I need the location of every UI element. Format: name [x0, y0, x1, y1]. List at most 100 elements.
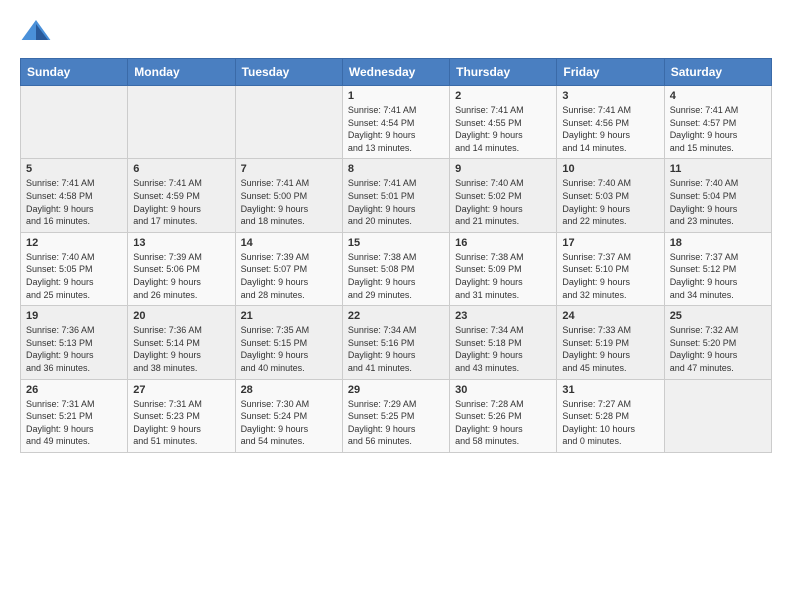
day-number: 3: [562, 90, 658, 102]
weekday-header-saturday: Saturday: [664, 59, 771, 86]
day-info: Sunrise: 7:41 AM Sunset: 4:58 PM Dayligh…: [26, 177, 122, 227]
day-number: 17: [562, 237, 658, 249]
day-number: 10: [562, 163, 658, 175]
calendar-cell: 15 Sunrise: 7:38 AM Sunset: 5:08 PM Dayli…: [342, 232, 449, 305]
calendar-table: SundayMondayTuesdayWednesdayThursdayFrid…: [20, 58, 772, 453]
calendar-cell: 8 Sunrise: 7:41 AM Sunset: 5:01 PM Daylig…: [342, 159, 449, 232]
calendar-week-4: 19 Sunrise: 7:36 AM Sunset: 5:13 PM Dayli…: [21, 306, 772, 379]
day-number: 7: [241, 163, 337, 175]
weekday-header-tuesday: Tuesday: [235, 59, 342, 86]
day-number: 20: [133, 310, 229, 322]
logo: [20, 16, 56, 48]
day-number: 5: [26, 163, 122, 175]
day-info: Sunrise: 7:28 AM Sunset: 5:26 PM Dayligh…: [455, 398, 551, 448]
page: SundayMondayTuesdayWednesdayThursdayFrid…: [0, 0, 792, 469]
day-number: 25: [670, 310, 766, 322]
calendar-cell: [664, 379, 771, 452]
calendar-cell: 22 Sunrise: 7:34 AM Sunset: 5:16 PM Dayli…: [342, 306, 449, 379]
day-info: Sunrise: 7:41 AM Sunset: 5:00 PM Dayligh…: [241, 177, 337, 227]
day-number: 12: [26, 237, 122, 249]
calendar-cell: [128, 86, 235, 159]
calendar-week-3: 12 Sunrise: 7:40 AM Sunset: 5:05 PM Dayli…: [21, 232, 772, 305]
day-info: Sunrise: 7:27 AM Sunset: 5:28 PM Dayligh…: [562, 398, 658, 448]
day-info: Sunrise: 7:36 AM Sunset: 5:14 PM Dayligh…: [133, 324, 229, 374]
calendar-cell: 2 Sunrise: 7:41 AM Sunset: 4:55 PM Daylig…: [450, 86, 557, 159]
day-number: 8: [348, 163, 444, 175]
calendar-header: SundayMondayTuesdayWednesdayThursdayFrid…: [21, 59, 772, 86]
day-number: 22: [348, 310, 444, 322]
day-info: Sunrise: 7:37 AM Sunset: 5:12 PM Dayligh…: [670, 251, 766, 301]
day-info: Sunrise: 7:41 AM Sunset: 4:57 PM Dayligh…: [670, 104, 766, 154]
weekday-header-thursday: Thursday: [450, 59, 557, 86]
day-number: 1: [348, 90, 444, 102]
day-info: Sunrise: 7:40 AM Sunset: 5:04 PM Dayligh…: [670, 177, 766, 227]
day-number: 27: [133, 384, 229, 396]
header: [20, 16, 772, 48]
day-number: 18: [670, 237, 766, 249]
day-info: Sunrise: 7:33 AM Sunset: 5:19 PM Dayligh…: [562, 324, 658, 374]
weekday-header-wednesday: Wednesday: [342, 59, 449, 86]
day-info: Sunrise: 7:34 AM Sunset: 5:18 PM Dayligh…: [455, 324, 551, 374]
day-number: 2: [455, 90, 551, 102]
logo-icon: [20, 16, 52, 48]
day-info: Sunrise: 7:30 AM Sunset: 5:24 PM Dayligh…: [241, 398, 337, 448]
calendar-week-2: 5 Sunrise: 7:41 AM Sunset: 4:58 PM Daylig…: [21, 159, 772, 232]
calendar-cell: 28 Sunrise: 7:30 AM Sunset: 5:24 PM Dayli…: [235, 379, 342, 452]
day-number: 6: [133, 163, 229, 175]
weekday-header-friday: Friday: [557, 59, 664, 86]
day-number: 11: [670, 163, 766, 175]
calendar-cell: 12 Sunrise: 7:40 AM Sunset: 5:05 PM Dayli…: [21, 232, 128, 305]
day-number: 31: [562, 384, 658, 396]
calendar-cell: 26Sunrise: 7:31 AM Sunset: 5:21 PM Dayli…: [21, 379, 128, 452]
day-info: Sunrise: 7:38 AM Sunset: 5:08 PM Dayligh…: [348, 251, 444, 301]
calendar-cell: 14 Sunrise: 7:39 AM Sunset: 5:07 PM Dayli…: [235, 232, 342, 305]
weekday-header-monday: Monday: [128, 59, 235, 86]
day-info: Sunrise: 7:35 AM Sunset: 5:15 PM Dayligh…: [241, 324, 337, 374]
calendar-cell: 7 Sunrise: 7:41 AM Sunset: 5:00 PM Daylig…: [235, 159, 342, 232]
day-info: Sunrise: 7:40 AM Sunset: 5:05 PM Dayligh…: [26, 251, 122, 301]
calendar-cell: 18 Sunrise: 7:37 AM Sunset: 5:12 PM Dayli…: [664, 232, 771, 305]
day-number: 21: [241, 310, 337, 322]
day-info: Sunrise: 7:41 AM Sunset: 5:01 PM Dayligh…: [348, 177, 444, 227]
calendar-cell: 6 Sunrise: 7:41 AM Sunset: 4:59 PM Daylig…: [128, 159, 235, 232]
calendar-cell: 10Sunrise: 7:40 AM Sunset: 5:03 PM Dayli…: [557, 159, 664, 232]
calendar-cell: 25 Sunrise: 7:32 AM Sunset: 5:20 PM Dayli…: [664, 306, 771, 379]
day-number: 26: [26, 384, 122, 396]
day-info: Sunrise: 7:41 AM Sunset: 4:54 PM Dayligh…: [348, 104, 444, 154]
day-info: Sunrise: 7:32 AM Sunset: 5:20 PM Dayligh…: [670, 324, 766, 374]
calendar-cell: [235, 86, 342, 159]
day-info: Sunrise: 7:37 AM Sunset: 5:10 PM Dayligh…: [562, 251, 658, 301]
calendar-cell: 11 Sunrise: 7:40 AM Sunset: 5:04 PM Dayli…: [664, 159, 771, 232]
day-info: Sunrise: 7:41 AM Sunset: 4:55 PM Dayligh…: [455, 104, 551, 154]
day-number: 30: [455, 384, 551, 396]
day-number: 14: [241, 237, 337, 249]
calendar-cell: 20 Sunrise: 7:36 AM Sunset: 5:14 PM Dayli…: [128, 306, 235, 379]
day-number: 19: [26, 310, 122, 322]
calendar-cell: 13 Sunrise: 7:39 AM Sunset: 5:06 PM Dayli…: [128, 232, 235, 305]
day-info: Sunrise: 7:39 AM Sunset: 5:07 PM Dayligh…: [241, 251, 337, 301]
day-number: 24: [562, 310, 658, 322]
calendar-cell: 27 Sunrise: 7:31 AM Sunset: 5:23 PM Dayli…: [128, 379, 235, 452]
day-number: 15: [348, 237, 444, 249]
calendar-cell: [21, 86, 128, 159]
day-info: Sunrise: 7:39 AM Sunset: 5:06 PM Dayligh…: [133, 251, 229, 301]
day-info: Sunrise: 7:29 AM Sunset: 5:25 PM Dayligh…: [348, 398, 444, 448]
weekday-header-sunday: Sunday: [21, 59, 128, 86]
day-info: Sunrise: 7:40 AM Sunset: 5:02 PM Dayligh…: [455, 177, 551, 227]
day-number: 9: [455, 163, 551, 175]
day-number: 28: [241, 384, 337, 396]
day-info: Sunrise: 7:41 AM Sunset: 4:59 PM Dayligh…: [133, 177, 229, 227]
day-number: 13: [133, 237, 229, 249]
calendar-body: 1 Sunrise: 7:41 AM Sunset: 4:54 PM Daylig…: [21, 86, 772, 453]
calendar-cell: 30 Sunrise: 7:28 AM Sunset: 5:26 PM Dayli…: [450, 379, 557, 452]
calendar-cell: 16Sunrise: 7:38 AM Sunset: 5:09 PM Dayli…: [450, 232, 557, 305]
calendar-week-1: 1 Sunrise: 7:41 AM Sunset: 4:54 PM Daylig…: [21, 86, 772, 159]
day-info: Sunrise: 7:31 AM Sunset: 5:23 PM Dayligh…: [133, 398, 229, 448]
calendar-cell: 29 Sunrise: 7:29 AM Sunset: 5:25 PM Dayli…: [342, 379, 449, 452]
calendar-cell: 9 Sunrise: 7:40 AM Sunset: 5:02 PM Daylig…: [450, 159, 557, 232]
calendar-cell: 17 Sunrise: 7:37 AM Sunset: 5:10 PM Dayli…: [557, 232, 664, 305]
day-info: Sunrise: 7:41 AM Sunset: 4:56 PM Dayligh…: [562, 104, 658, 154]
day-number: 29: [348, 384, 444, 396]
day-info: Sunrise: 7:34 AM Sunset: 5:16 PM Dayligh…: [348, 324, 444, 374]
day-info: Sunrise: 7:36 AM Sunset: 5:13 PM Dayligh…: [26, 324, 122, 374]
